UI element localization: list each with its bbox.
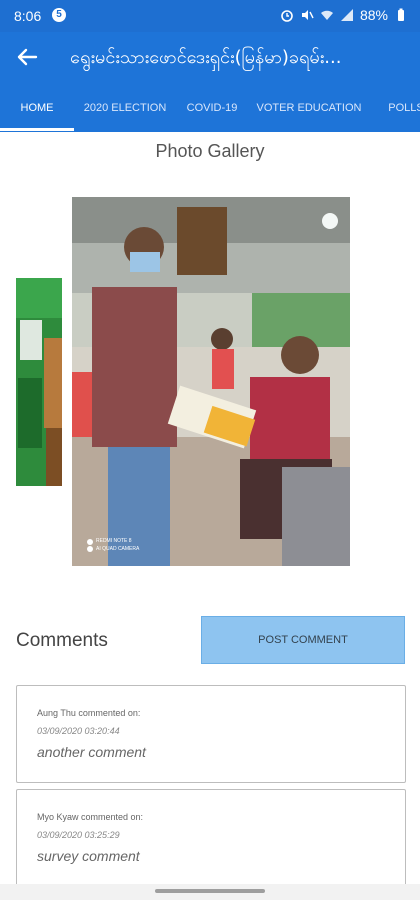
signal-icon [340,9,353,21]
photo-previous-image [16,278,62,486]
watermark-line-1: REDMI NOTE 8 [96,538,132,544]
tab-home[interactable]: HOME [0,82,74,132]
wifi-icon [320,10,333,20]
tab-indicator [0,128,74,131]
status-bar: 8:06 5 88% [0,0,420,32]
gallery-title: Photo Gallery [155,141,265,161]
battery-icon [398,8,404,21]
comment-date: 03/09/2020 03:20:44 [37,726,120,736]
tab-bar: HOME 2020 ELECTION COVID-19 VOTER EDUCAT… [0,82,420,132]
app-title: ရွေးမင်းသားဖောင်ဒေးရှင်း(မြန်မာ)ခရမ်း... [70,47,342,68]
battery-level: 88% [359,7,388,23]
tab-covid-19[interactable]: COVID-19 [176,82,248,132]
comment-author: Myo Kyaw commented on: [37,812,144,822]
comment-date: 03/09/2020 03:25:29 [37,830,120,840]
comment-text: survey comment [37,848,140,864]
comment-text: another comment [37,744,146,760]
tab-2020-election[interactable]: 2020 ELECTION [74,82,176,132]
gallery-photo-previous[interactable] [16,278,62,486]
status-time: 8:06 [14,8,42,24]
post-comment-button[interactable]: POST COMMENT [201,616,405,664]
arrow-left-icon[interactable] [12,42,42,72]
app-bar: ရွေးမင်းသားဖောင်ဒေးရှင်း(မြန်မာ)ခရမ်း... [0,32,420,82]
mute-icon [301,10,314,20]
photo-current-image: REDMI NOTE 8 AI QUAD CAMERA [72,197,350,566]
comments-heading: Comments [16,630,108,651]
status-icons: 88% [280,7,408,23]
gallery-photo-current[interactable]: REDMI NOTE 8 AI QUAD CAMERA [72,197,350,566]
comment-card: Myo Kyaw commented on: 03/09/2020 03:25:… [16,789,406,887]
tab-voter-education[interactable]: VOTER EDUCATION [248,82,370,132]
comment-author: Aung Thu commented on: [37,708,141,718]
comment-card: Aung Thu commented on: 03/09/2020 03:20:… [16,685,406,783]
watermark-line-2: AI QUAD CAMERA [96,546,140,552]
gesture-bar [0,884,420,900]
notification-badge: 5 [52,8,66,22]
alarm-icon [281,10,293,22]
tab-polls[interactable]: POLLS [376,82,420,132]
home-indicator[interactable] [155,889,265,893]
